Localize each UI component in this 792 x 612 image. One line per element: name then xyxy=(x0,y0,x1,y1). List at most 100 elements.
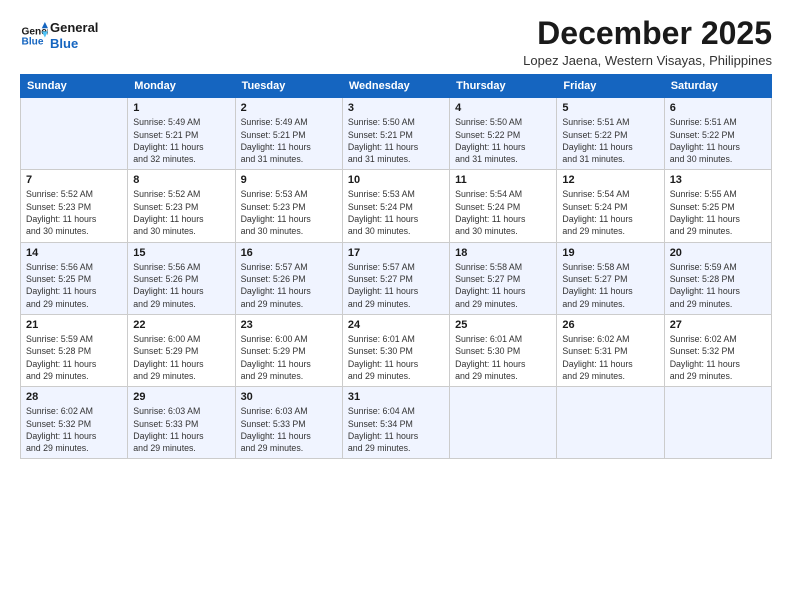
table-row: 15Sunrise: 5:56 AM Sunset: 5:26 PM Dayli… xyxy=(128,242,235,314)
day-number: 24 xyxy=(348,319,444,331)
col-friday: Friday xyxy=(557,75,664,98)
day-info: Sunrise: 5:53 AM Sunset: 5:23 PM Dayligh… xyxy=(241,188,337,237)
title-section: December 2025 Lopez Jaena, Western Visay… xyxy=(523,16,772,68)
day-number: 29 xyxy=(133,391,229,403)
table-row: 23 Sunrise: 6:00 AM Sunset: 5:29 PM Dayli… xyxy=(235,314,342,386)
day-info: Sunrise: 5:55 AM Sunset: 5:25 PM Dayligh… xyxy=(670,188,766,237)
main-title: December 2025 xyxy=(523,16,772,51)
day-info: Sunrise: 5:56 AM Sunset: 5:26 PM Dayligh… xyxy=(133,261,229,310)
day-info: Sunrise: 6:02 AM Sunset: 5:32 PM Dayligh… xyxy=(670,333,766,382)
table-row: 20 Sunrise: 5:59 AM Sunset: 5:28 PM Dayli… xyxy=(664,242,771,314)
day-number: 27 xyxy=(670,319,766,331)
svg-text:Blue: Blue xyxy=(22,36,44,47)
day-number: 20 xyxy=(670,247,766,259)
day-info: Sunrise: 6:00 AM Sunset: 5:29 PM Dayligh… xyxy=(133,333,229,382)
day-info: Sunrise: 5:52 AM Sunset: 5:23 PM Dayligh… xyxy=(26,188,122,237)
day-info: Sunrise: 6:03 AM Sunset: 5:33 PM Dayligh… xyxy=(133,405,229,454)
table-row: 22 Sunrise: 6:00 AM Sunset: 5:29 PM Dayli… xyxy=(128,314,235,386)
table-row: 28Sunrise: 6:02 AM Sunset: 5:32 PM Dayli… xyxy=(21,387,128,459)
day-info: Sunrise: 5:59 AM Sunset: 5:28 PM Dayligh… xyxy=(670,261,766,310)
day-info: Sunrise: 5:51 AM Sunset: 5:22 PM Dayligh… xyxy=(562,116,658,165)
day-info: Sunrise: 5:53 AM Sunset: 5:24 PM Dayligh… xyxy=(348,188,444,237)
subtitle: Lopez Jaena, Western Visayas, Philippine… xyxy=(523,53,772,68)
col-tuesday: Tuesday xyxy=(235,75,342,98)
day-info: Sunrise: 5:58 AM Sunset: 5:27 PM Dayligh… xyxy=(455,261,551,310)
table-row: 8Sunrise: 5:52 AM Sunset: 5:23 PM Daylig… xyxy=(128,170,235,242)
day-number: 1 xyxy=(133,102,229,114)
col-monday: Monday xyxy=(128,75,235,98)
day-info: Sunrise: 5:57 AM Sunset: 5:26 PM Dayligh… xyxy=(241,261,337,310)
day-number: 4 xyxy=(455,102,551,114)
table-row: 16 Sunrise: 5:57 AM Sunset: 5:26 PM Dayli… xyxy=(235,242,342,314)
table-row: 25Sunrise: 6:01 AM Sunset: 5:30 PM Dayli… xyxy=(450,314,557,386)
col-saturday: Saturday xyxy=(664,75,771,98)
table-row xyxy=(664,387,771,459)
calendar-week-row: 28Sunrise: 6:02 AM Sunset: 5:32 PM Dayli… xyxy=(21,387,772,459)
day-info: Sunrise: 5:56 AM Sunset: 5:25 PM Dayligh… xyxy=(26,261,122,310)
table-row: 31 Sunrise: 6:04 AM Sunset: 5:34 PM Dayli… xyxy=(342,387,449,459)
page: General Blue General Blue December 2025 … xyxy=(0,0,792,612)
day-info: Sunrise: 5:58 AM Sunset: 5:27 PM Dayligh… xyxy=(562,261,658,310)
day-info: Sunrise: 6:03 AM Sunset: 5:33 PM Dayligh… xyxy=(241,405,337,454)
table-row: 12Sunrise: 5:54 AM Sunset: 5:24 PM Dayli… xyxy=(557,170,664,242)
day-number: 9 xyxy=(241,174,337,186)
day-number: 18 xyxy=(455,247,551,259)
day-info: Sunrise: 5:50 AM Sunset: 5:21 PM Dayligh… xyxy=(348,116,444,165)
table-row: 9 Sunrise: 5:53 AM Sunset: 5:23 PM Daylig… xyxy=(235,170,342,242)
calendar-week-row: 1 Sunrise: 5:49 AM Sunset: 5:21 PM Daylig… xyxy=(21,98,772,170)
table-row: 11Sunrise: 5:54 AM Sunset: 5:24 PM Dayli… xyxy=(450,170,557,242)
day-info: Sunrise: 5:51 AM Sunset: 5:22 PM Dayligh… xyxy=(670,116,766,165)
table-row xyxy=(450,387,557,459)
table-row: 14Sunrise: 5:56 AM Sunset: 5:25 PM Dayli… xyxy=(21,242,128,314)
table-row: 13 Sunrise: 5:55 AM Sunset: 5:25 PM Dayli… xyxy=(664,170,771,242)
day-number: 17 xyxy=(348,247,444,259)
table-row: 30 Sunrise: 6:03 AM Sunset: 5:33 PM Dayli… xyxy=(235,387,342,459)
table-row xyxy=(557,387,664,459)
day-number: 23 xyxy=(241,319,337,331)
table-row: 17Sunrise: 5:57 AM Sunset: 5:27 PM Dayli… xyxy=(342,242,449,314)
day-number: 16 xyxy=(241,247,337,259)
day-info: Sunrise: 6:00 AM Sunset: 5:29 PM Dayligh… xyxy=(241,333,337,382)
day-number: 2 xyxy=(241,102,337,114)
day-number: 13 xyxy=(670,174,766,186)
table-row: 4 Sunrise: 5:50 AM Sunset: 5:22 PM Daylig… xyxy=(450,98,557,170)
day-info: Sunrise: 5:59 AM Sunset: 5:28 PM Dayligh… xyxy=(26,333,122,382)
day-number: 7 xyxy=(26,174,122,186)
logo: General Blue General Blue xyxy=(20,20,98,51)
logo-icon: General Blue xyxy=(20,22,48,50)
day-number: 3 xyxy=(348,102,444,114)
table-row: 5 Sunrise: 5:51 AM Sunset: 5:22 PM Daylig… xyxy=(557,98,664,170)
table-row: 21 Sunrise: 5:59 AM Sunset: 5:28 PM Dayli… xyxy=(21,314,128,386)
day-info: Sunrise: 6:02 AM Sunset: 5:31 PM Dayligh… xyxy=(562,333,658,382)
calendar-header-row: Sunday Monday Tuesday Wednesday Thursday… xyxy=(21,75,772,98)
table-row: 29 Sunrise: 6:03 AM Sunset: 5:33 PM Dayli… xyxy=(128,387,235,459)
table-row: 6 Sunrise: 5:51 AM Sunset: 5:22 PM Daylig… xyxy=(664,98,771,170)
table-row: 27 Sunrise: 6:02 AM Sunset: 5:32 PM Dayli… xyxy=(664,314,771,386)
page-header: General Blue General Blue December 2025 … xyxy=(20,16,772,68)
day-number: 21 xyxy=(26,319,122,331)
table-row: 10 Sunrise: 5:53 AM Sunset: 5:24 PM Dayli… xyxy=(342,170,449,242)
calendar-week-row: 14Sunrise: 5:56 AM Sunset: 5:25 PM Dayli… xyxy=(21,242,772,314)
table-row: 2Sunrise: 5:49 AM Sunset: 5:21 PM Daylig… xyxy=(235,98,342,170)
day-number: 22 xyxy=(133,319,229,331)
day-info: Sunrise: 6:01 AM Sunset: 5:30 PM Dayligh… xyxy=(348,333,444,382)
table-row: 1 Sunrise: 5:49 AM Sunset: 5:21 PM Daylig… xyxy=(128,98,235,170)
table-row: 26 Sunrise: 6:02 AM Sunset: 5:31 PM Dayli… xyxy=(557,314,664,386)
table-row: 24 Sunrise: 6:01 AM Sunset: 5:30 PM Dayli… xyxy=(342,314,449,386)
table-row xyxy=(21,98,128,170)
day-info: Sunrise: 5:52 AM Sunset: 5:23 PM Dayligh… xyxy=(133,188,229,237)
col-sunday: Sunday xyxy=(21,75,128,98)
table-row: 3 Sunrise: 5:50 AM Sunset: 5:21 PM Daylig… xyxy=(342,98,449,170)
day-number: 6 xyxy=(670,102,766,114)
day-number: 25 xyxy=(455,319,551,331)
table-row: 7 Sunrise: 5:52 AM Sunset: 5:23 PM Daylig… xyxy=(21,170,128,242)
day-number: 26 xyxy=(562,319,658,331)
day-info: Sunrise: 5:49 AM Sunset: 5:21 PM Dayligh… xyxy=(133,116,229,165)
day-number: 30 xyxy=(241,391,337,403)
day-number: 31 xyxy=(348,391,444,403)
day-info: Sunrise: 6:04 AM Sunset: 5:34 PM Dayligh… xyxy=(348,405,444,454)
day-info: Sunrise: 5:50 AM Sunset: 5:22 PM Dayligh… xyxy=(455,116,551,165)
day-number: 5 xyxy=(562,102,658,114)
day-number: 19 xyxy=(562,247,658,259)
day-number: 10 xyxy=(348,174,444,186)
